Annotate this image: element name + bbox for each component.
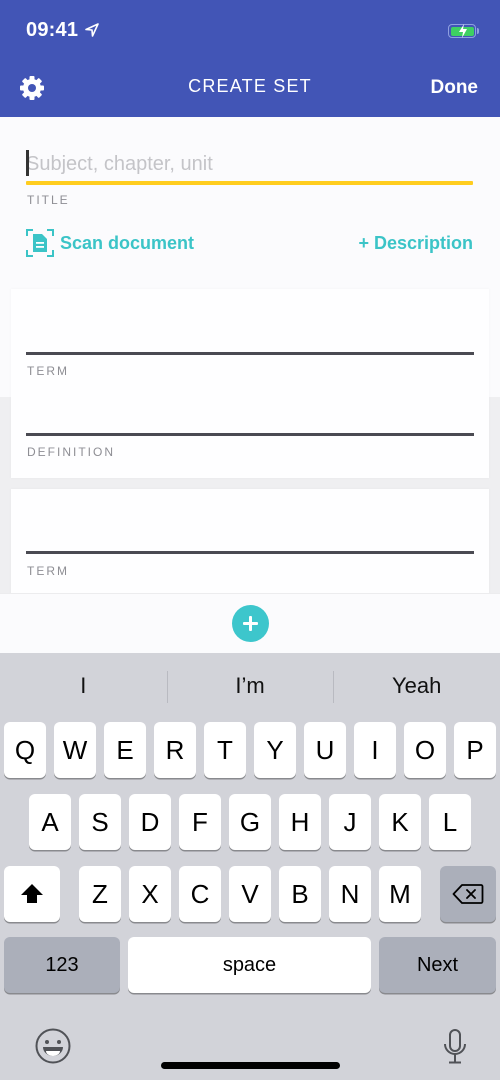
- definition-label: DEFINITION: [27, 445, 115, 459]
- backspace-key[interactable]: [440, 866, 496, 922]
- home-indicator[interactable]: [161, 1062, 340, 1069]
- shift-key[interactable]: [4, 866, 60, 922]
- battery-tip: [477, 28, 479, 34]
- term-input[interactable]: [26, 321, 474, 351]
- letter-key[interactable]: V: [229, 866, 271, 922]
- letter-key[interactable]: X: [129, 866, 171, 922]
- microphone-icon[interactable]: [442, 1027, 468, 1067]
- suggestion-item[interactable]: Yeah: [333, 653, 500, 719]
- definition-underline: [26, 433, 474, 436]
- letter-key[interactable]: C: [179, 866, 221, 922]
- letter-key[interactable]: U: [304, 722, 346, 778]
- definition-input[interactable]: [26, 402, 474, 432]
- letter-key[interactable]: D: [129, 794, 171, 850]
- title-underline: [26, 181, 473, 185]
- letter-key[interactable]: E: [104, 722, 146, 778]
- term-underline: [26, 551, 474, 554]
- numbers-key[interactable]: 123: [4, 937, 120, 993]
- battery-charging-icon: [448, 23, 476, 38]
- letter-key[interactable]: G: [229, 794, 271, 850]
- term-card: TERM: [11, 489, 489, 599]
- scan-document-icon: [26, 229, 54, 257]
- status-time: 09:41: [26, 19, 79, 41]
- add-card-bar: [0, 593, 500, 653]
- title-input[interactable]: [26, 148, 473, 180]
- scan-document-label: Scan document: [60, 232, 195, 253]
- letter-key[interactable]: A: [29, 794, 71, 850]
- term-input[interactable]: [26, 521, 474, 551]
- letter-key[interactable]: L: [429, 794, 471, 850]
- term-label: TERM: [27, 564, 69, 578]
- letter-key[interactable]: W: [54, 722, 96, 778]
- letter-key[interactable]: Y: [254, 722, 296, 778]
- text-caret: [26, 150, 29, 176]
- term-underline: [26, 352, 474, 355]
- next-key[interactable]: Next: [379, 937, 496, 993]
- location-arrow-icon: [85, 23, 99, 37]
- suggestion-item[interactable]: I: [0, 653, 167, 719]
- letter-key[interactable]: T: [204, 722, 246, 778]
- letter-key[interactable]: N: [329, 866, 371, 922]
- add-card-button[interactable]: [232, 605, 269, 642]
- emoji-icon[interactable]: [34, 1027, 72, 1065]
- letter-key[interactable]: O: [404, 722, 446, 778]
- page-title: CREATE SET: [188, 76, 312, 96]
- add-description-button[interactable]: + Description: [358, 233, 473, 254]
- letter-key[interactable]: I: [354, 722, 396, 778]
- letter-key[interactable]: H: [279, 794, 321, 850]
- letter-key[interactable]: K: [379, 794, 421, 850]
- backspace-icon: [452, 884, 484, 904]
- letter-key[interactable]: B: [279, 866, 321, 922]
- space-key[interactable]: space: [128, 937, 371, 993]
- shift-icon: [21, 884, 43, 903]
- letter-key[interactable]: M: [379, 866, 421, 922]
- keyboard: I I’m Yeah QWERTYUIOPASDFGHJKLZXCVBNM 12…: [0, 653, 500, 1080]
- title-label: TITLE: [27, 193, 70, 207]
- scan-document-button[interactable]: Scan document: [26, 229, 194, 257]
- letter-key[interactable]: Z: [79, 866, 121, 922]
- term-label: TERM: [27, 364, 69, 378]
- letter-key[interactable]: P: [454, 722, 496, 778]
- letter-key[interactable]: R: [154, 722, 196, 778]
- letter-key[interactable]: J: [329, 794, 371, 850]
- done-button[interactable]: Done: [431, 77, 479, 99]
- term-card: TERM DEFINITION: [11, 289, 489, 478]
- add-description-label: + Description: [358, 233, 473, 253]
- letter-key[interactable]: F: [179, 794, 221, 850]
- nav-header: 09:41 CREATE SET Done: [0, 0, 500, 117]
- suggestion-item[interactable]: I’m: [166, 653, 334, 719]
- suggestion-bar: I I’m Yeah: [0, 653, 500, 719]
- letter-key[interactable]: S: [79, 794, 121, 850]
- letter-key[interactable]: Q: [4, 722, 46, 778]
